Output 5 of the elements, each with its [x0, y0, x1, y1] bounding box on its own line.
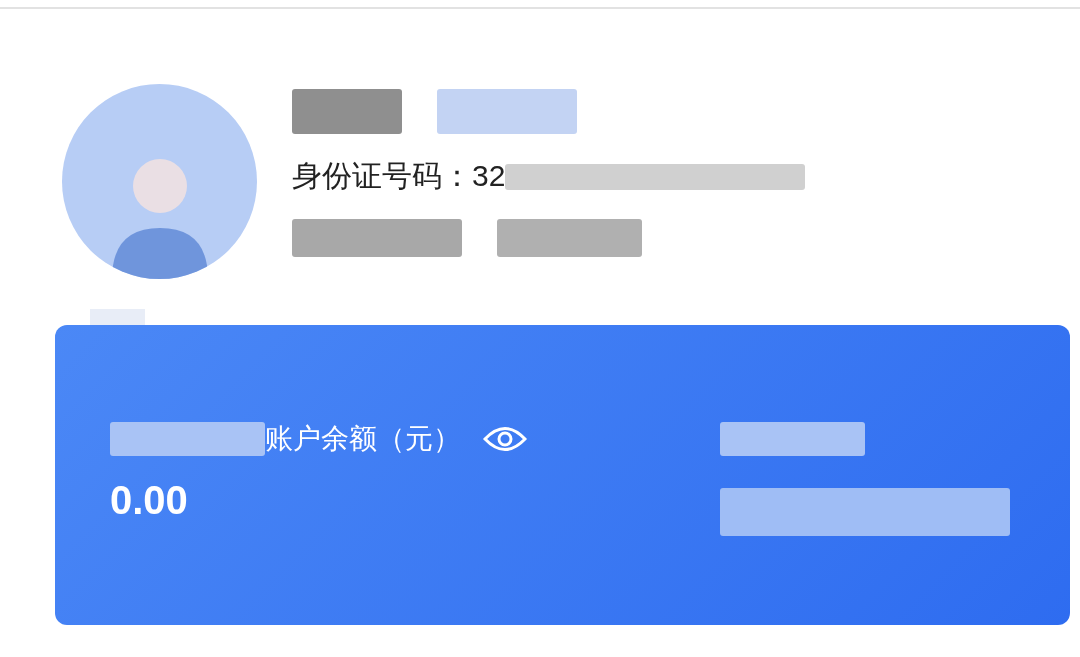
balance-label: 账户余额（元）: [265, 422, 461, 456]
redacted-block: [90, 309, 145, 325]
eye-icon[interactable]: [483, 424, 527, 454]
balance-amount: 0.00: [110, 478, 189, 523]
id-number-text: 身份证号码：32: [292, 158, 506, 194]
